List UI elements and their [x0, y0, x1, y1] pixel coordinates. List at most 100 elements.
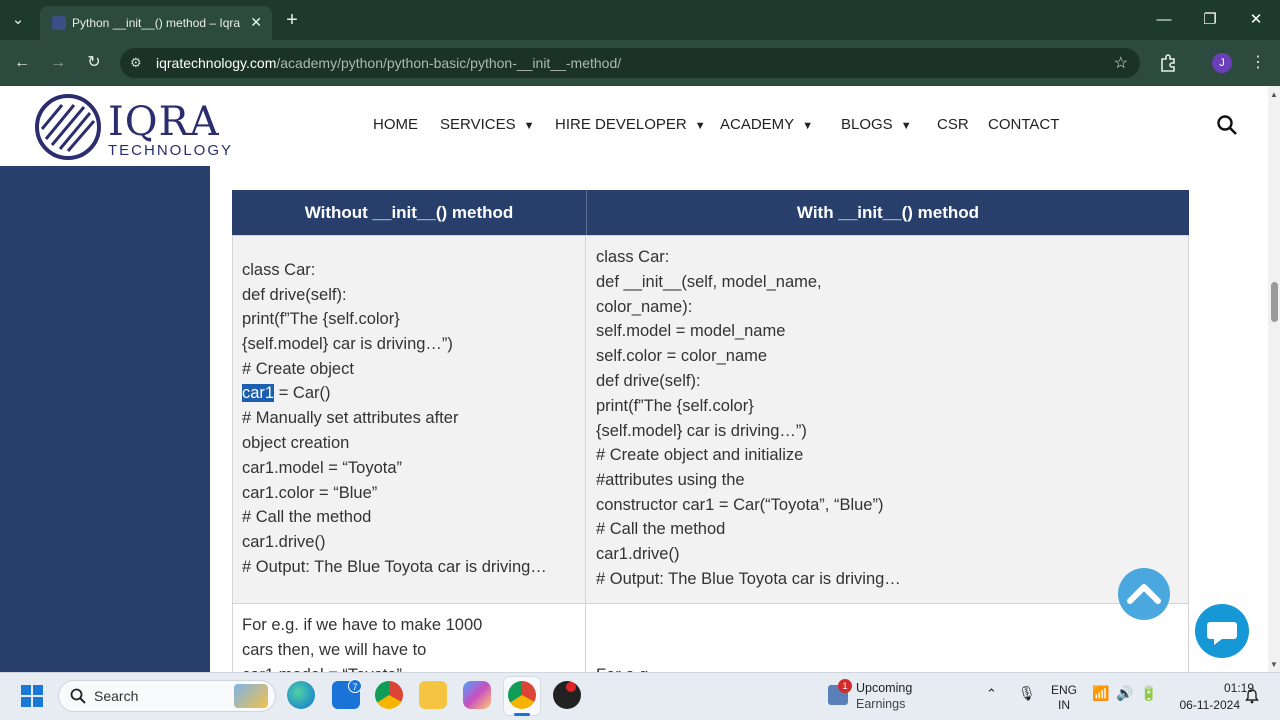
code-line: # Call the method: [596, 520, 726, 538]
code-line: def drive(self):: [242, 286, 347, 304]
wifi-icon[interactable]: 📶: [1092, 685, 1109, 702]
code-line: self.color = color_name: [596, 347, 768, 365]
code-line: car1.model = “Toyota”: [242, 459, 403, 477]
taskbar-search-label: Search: [94, 688, 139, 704]
text-line: For e.g. if we have to make 1000: [242, 616, 483, 634]
battery-icon[interactable]: 🔋: [1140, 685, 1157, 702]
chrome-icon[interactable]: [375, 681, 403, 709]
recording-dot-icon: [566, 682, 576, 692]
search-icon: [70, 688, 86, 704]
scrollbar-thumb[interactable]: [1271, 282, 1278, 322]
forward-icon[interactable]: →: [48, 53, 68, 73]
copilot-icon[interactable]: [463, 681, 491, 709]
tray-overflow-icon[interactable]: ⌃: [986, 686, 997, 702]
url-text[interactable]: iqratechnology.com/academy/python/python…: [156, 55, 621, 71]
code-line: def drive(self):: [596, 372, 701, 390]
bookmark-star-icon[interactable]: ☆: [1114, 53, 1128, 73]
selected-text[interactable]: car1: [242, 384, 275, 402]
tab-close-icon[interactable]: ✕: [250, 14, 262, 31]
code-line: car1.drive(): [596, 545, 680, 563]
page-scrollbar[interactable]: [1268, 86, 1280, 672]
chrome-profile-icon[interactable]: [508, 681, 536, 709]
code-line: car1 = Car(): [242, 384, 331, 402]
notification-bell-icon[interactable]: [1244, 688, 1260, 704]
region-code: IN: [1058, 698, 1070, 712]
text-line: cars then, we will have to: [242, 641, 427, 659]
scroll-down-arrow-icon[interactable]: ▼: [1270, 660, 1278, 669]
iqra-logo-icon[interactable]: [34, 93, 102, 161]
code-line: {self.model} car is driving…”): [596, 422, 807, 440]
scroll-to-top-button[interactable]: [1118, 568, 1170, 620]
scroll-up-arrow-icon[interactable]: ▲: [1270, 90, 1278, 99]
browser-tab[interactable]: Python __init__() method – Iqra ✕: [40, 6, 272, 40]
chevron-down-icon: ▼: [523, 120, 535, 132]
file-explorer-icon[interactable]: [419, 681, 447, 709]
chevron-down-icon: ▼: [900, 120, 912, 132]
nav-blogs[interactable]: BLOGS ▼: [841, 116, 912, 133]
nav-academy[interactable]: ACADEMY ▼: [720, 116, 813, 133]
nav-contact[interactable]: CONTACT: [988, 116, 1059, 133]
tab-search-button[interactable]: ⌄: [8, 10, 28, 30]
logo-subtitle: TECHNOLOGY: [108, 142, 234, 159]
new-tab-button[interactable]: +: [282, 10, 302, 30]
nav-csr[interactable]: CSR: [937, 116, 969, 133]
address-bar[interactable]: ⚙ iqratechnology.com/academy/python/pyth…: [120, 48, 1140, 78]
chat-widget-button[interactable]: [1195, 604, 1249, 658]
minimize-button[interactable]: —: [1150, 8, 1178, 32]
search-icon[interactable]: [1216, 114, 1238, 136]
nav-services[interactable]: SERVICES ▼: [440, 116, 534, 133]
tab-favicon-icon: [52, 16, 66, 30]
extensions-icon[interactable]: [1158, 53, 1178, 73]
chat-bubble-icon: [1207, 622, 1237, 645]
code-line: color_name):: [596, 298, 693, 316]
windows-start-icon[interactable]: [20, 684, 44, 708]
browser-menu-icon[interactable]: ⋮: [1250, 52, 1266, 72]
reload-icon[interactable]: ↻: [84, 53, 104, 73]
code-line: print(f”The {self.color}: [596, 397, 754, 415]
chevron-down-icon: ▼: [802, 120, 814, 132]
chevron-down-icon: ▼: [694, 120, 706, 132]
edge-icon[interactable]: [287, 681, 315, 709]
code-line: class Car:: [596, 248, 670, 266]
restore-button[interactable]: ❐: [1196, 8, 1224, 32]
code-line: # Create object: [242, 360, 354, 378]
code-line: # Call the method: [242, 508, 372, 526]
clock-time[interactable]: 01:19: [1166, 681, 1254, 695]
table-header-without-init: Without __init__() method: [232, 190, 586, 235]
code-line: constructor car1 = Car(“Toyota”, “Blue”): [596, 496, 884, 514]
code-line: self.model = model_name: [596, 322, 786, 340]
nav-hire-developer[interactable]: HIRE DEVELOPER ▼: [555, 116, 706, 133]
profile-avatar[interactable]: J: [1212, 53, 1232, 73]
left-sidebar: [0, 166, 210, 672]
volume-icon[interactable]: 🔊: [1116, 685, 1133, 702]
active-app-indicator: [514, 713, 530, 716]
code-line: # Output: The Blue Toyota car is driving…: [242, 558, 547, 576]
text-line: For e.g.: [596, 663, 653, 672]
close-window-button[interactable]: ✕: [1242, 8, 1270, 32]
mail-badge: 7: [348, 679, 362, 693]
url-host: iqratechnology.com: [156, 55, 277, 71]
weather-badge: 1: [838, 679, 852, 693]
site-info-icon[interactable]: ⚙: [130, 55, 142, 71]
back-icon[interactable]: ←: [12, 53, 32, 73]
code-line: {self.model} car is driving…”): [242, 335, 453, 353]
language-code[interactable]: ENG: [1050, 683, 1078, 697]
microphone-icon[interactable]: 🎙: [1018, 685, 1036, 702]
table-cell-row2-right: [585, 603, 1189, 683]
code-line: car1.drive(): [242, 533, 326, 551]
weather-widget-subtitle: Earnings: [856, 697, 906, 711]
weather-widget-title[interactable]: Upcoming: [856, 681, 912, 695]
code-line: print(f”The {self.color}: [242, 310, 400, 328]
nav-home[interactable]: HOME: [373, 116, 418, 133]
text-line: car1.model = “Toyota”: [242, 663, 402, 672]
code-line: #attributes using the: [596, 471, 745, 489]
code-line: # Create object and initialize: [596, 446, 804, 464]
logo-wordmark[interactable]: IQRA: [108, 100, 220, 144]
table-header-with-init: With __init__() method: [586, 190, 1189, 235]
code-line: # Manually set attributes after: [242, 409, 459, 427]
chevron-up-icon: [1127, 584, 1161, 604]
url-path: /academy/python/python-basic/python-__in…: [276, 55, 622, 71]
code-line: class Car:: [242, 261, 316, 279]
code-line: # Output: The Blue Toyota car is driving…: [596, 570, 901, 588]
code-line: object creation: [242, 434, 350, 452]
